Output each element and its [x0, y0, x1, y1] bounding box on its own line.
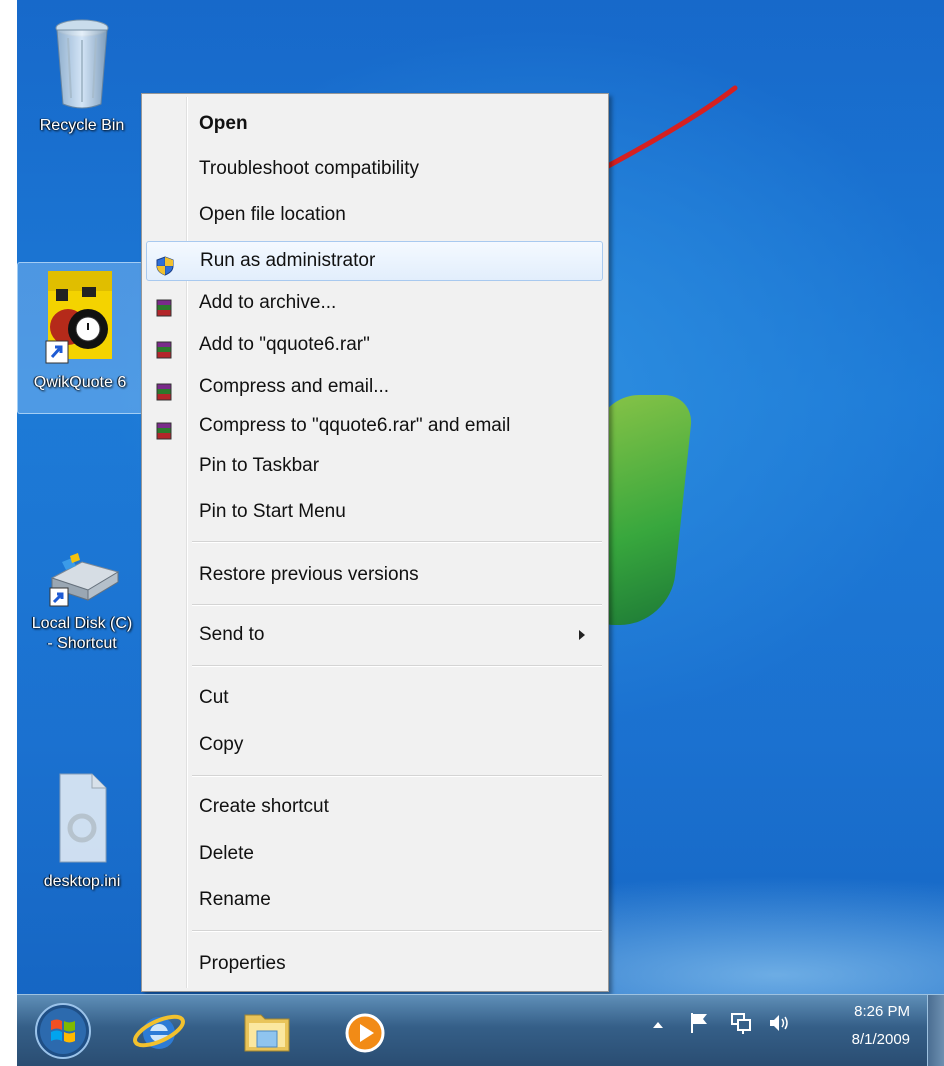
uac-shield-icon — [155, 252, 175, 276]
menu-item-troubleshoot-compatibility[interactable]: Troubleshoot compatibility — [146, 149, 603, 189]
winrar-icon — [154, 416, 174, 440]
media-player-icon — [345, 1013, 385, 1053]
menu-item-label: Copy — [199, 734, 244, 755]
taskbar-windows-explorer[interactable] — [237, 1001, 297, 1061]
network-icon[interactable] — [729, 1011, 753, 1039]
taskbar-internet-explorer[interactable] — [129, 1001, 189, 1061]
taskbar: 8:26 PM 8/1/2009 — [17, 994, 944, 1066]
desktop-icon-qwikquote[interactable]: QwikQuote 6 — [17, 262, 143, 414]
winrar-icon — [154, 335, 174, 359]
start-button[interactable] — [31, 1001, 95, 1061]
menu-item-label: Add to "qquote6.rar" — [199, 334, 370, 355]
menu-item-label: Create shortcut — [199, 796, 329, 817]
menu-item-open[interactable]: Open — [146, 104, 603, 144]
desktop-icon-recycle-bin[interactable]: Recycle Bin — [17, 18, 147, 136]
menu-separator — [192, 930, 602, 932]
recycle-bin-icon — [54, 18, 110, 110]
menu-item-label: Run as administrator — [200, 250, 376, 271]
desktop-icon-label: Local Disk (C) - Shortcut — [31, 615, 133, 652]
menu-item-label: Compress to "qquote6.rar" and email — [199, 415, 511, 436]
menu-item-label: Restore previous versions — [199, 564, 419, 585]
menu-item-label: Compress and email... — [199, 376, 390, 397]
qwikquote-app-icon — [44, 267, 116, 367]
internet-explorer-icon — [133, 1014, 185, 1049]
clock-date[interactable]: 8/1/2009 — [820, 1031, 910, 1048]
settings-file-icon — [54, 770, 110, 866]
menu-item-compress-to-rar-and-email[interactable]: Compress to "qquote6.rar" and email — [146, 406, 603, 446]
menu-item-add-to-rar[interactable]: Add to "qquote6.rar" — [146, 325, 603, 365]
desktop-icon-local-disk-shortcut[interactable]: Local Disk (C) - Shortcut — [17, 548, 147, 654]
menu-item-copy[interactable]: Copy — [146, 725, 603, 765]
menu-separator — [192, 604, 602, 606]
menu-item-properties[interactable]: Properties — [146, 944, 603, 984]
menu-item-send-to[interactable]: Send to — [146, 615, 603, 655]
menu-item-compress-and-email[interactable]: Compress and email... — [146, 367, 603, 407]
taskbar-media-player[interactable] — [335, 1001, 395, 1061]
menu-item-label: Cut — [199, 687, 229, 708]
menu-item-restore-previous-versions[interactable]: Restore previous versions — [146, 555, 603, 595]
menu-item-create-shortcut[interactable]: Create shortcut — [146, 787, 603, 827]
menu-item-label: Delete — [199, 843, 254, 864]
show-desktop-button[interactable] — [927, 995, 944, 1066]
menu-item-run-as-administrator[interactable]: Run as administrator — [146, 241, 603, 281]
menu-item-pin-to-start-menu[interactable]: Pin to Start Menu — [146, 492, 603, 532]
menu-item-cut[interactable]: Cut — [146, 678, 603, 718]
desktop-icon-label: QwikQuote 6 — [33, 374, 127, 391]
desktop-icon-label: Recycle Bin — [39, 117, 125, 134]
menu-separator — [192, 665, 602, 667]
submenu-arrow-icon — [579, 630, 585, 640]
winrar-icon — [154, 293, 174, 317]
action-center-flag-icon[interactable] — [689, 1011, 711, 1039]
menu-item-label: Pin to Taskbar — [199, 455, 320, 476]
start-orb-icon — [35, 1003, 91, 1059]
clock-time[interactable]: 8:26 PM — [820, 1003, 910, 1020]
hard-drive-icon — [42, 548, 122, 608]
menu-item-rename[interactable]: Rename — [146, 880, 603, 920]
menu-item-add-to-archive[interactable]: Add to archive... — [146, 283, 603, 323]
menu-separator — [192, 541, 602, 543]
menu-item-label: Troubleshoot compatibility — [199, 158, 420, 179]
menu-item-label: Rename — [199, 889, 271, 910]
menu-item-label: Open file location — [199, 204, 346, 225]
windows-explorer-icon — [244, 1014, 290, 1052]
menu-separator — [192, 775, 602, 777]
menu-item-pin-to-taskbar[interactable]: Pin to Taskbar — [146, 446, 603, 486]
context-menu: Open Troubleshoot compatibility Open fil… — [141, 93, 609, 992]
desktop-icon-label: desktop.ini — [43, 873, 121, 890]
volume-icon[interactable] — [767, 1011, 791, 1039]
show-hidden-icons-icon[interactable] — [651, 1017, 665, 1036]
menu-item-label: Open — [199, 113, 248, 134]
menu-item-label: Send to — [199, 624, 265, 645]
menu-item-open-file-location[interactable]: Open file location — [146, 195, 603, 235]
menu-item-label: Add to archive... — [199, 292, 337, 313]
menu-item-label: Properties — [199, 953, 286, 974]
menu-item-label: Pin to Start Menu — [199, 501, 346, 522]
desktop-icon-desktop-ini[interactable]: desktop.ini — [17, 770, 147, 892]
menu-item-delete[interactable]: Delete — [146, 834, 603, 874]
winrar-icon — [154, 377, 174, 401]
